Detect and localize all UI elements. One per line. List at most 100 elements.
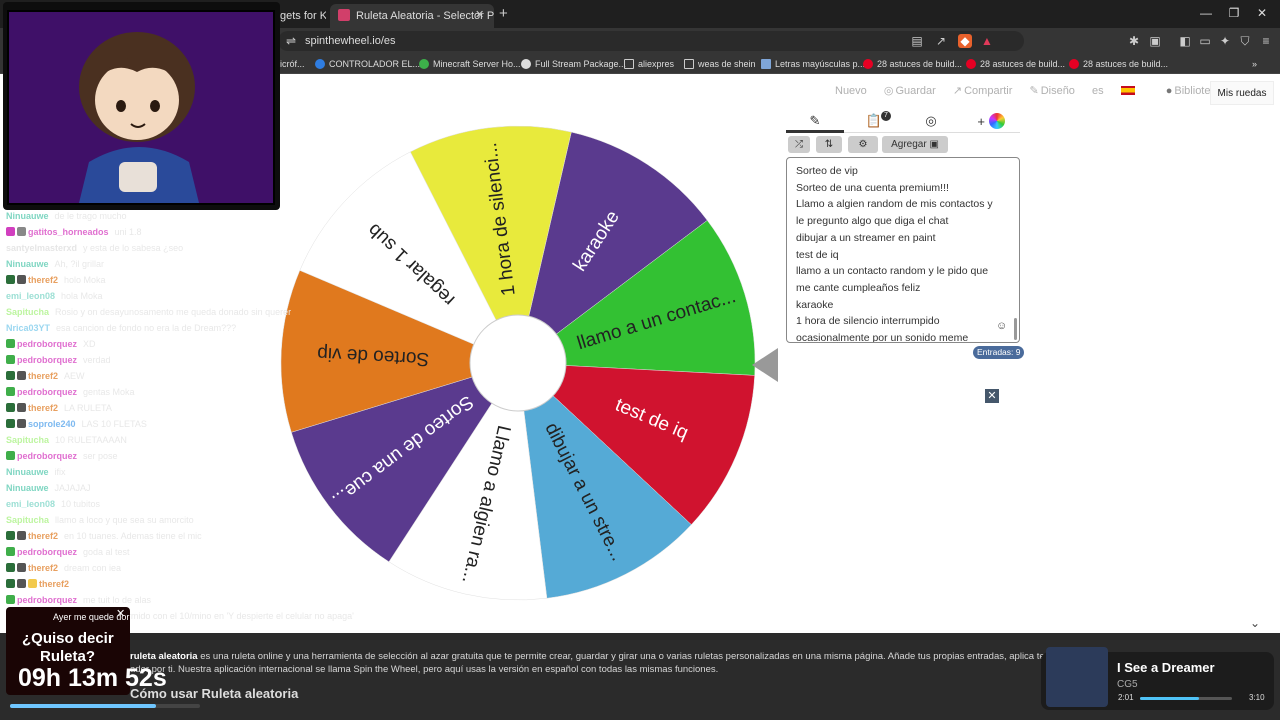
bookmark-folder[interactable]: weas de shein: [684, 56, 756, 72]
chat-text: Rosio y on desayunosamento me queda dona…: [55, 307, 292, 317]
sort-button[interactable]: ⇅: [816, 136, 842, 153]
close-window-icon[interactable]: ✕: [1252, 6, 1272, 20]
album-art: [1046, 647, 1108, 707]
bookmark-item[interactable]: Letras mayúsculas p...: [761, 56, 865, 72]
chat-username: theref2: [28, 403, 59, 413]
sidebar-icon[interactable]: ◧: [1178, 34, 1192, 48]
alert-question: ¿Quiso decir Ruleta?: [22, 630, 114, 665]
hidden-tab[interactable]: ◎: [921, 113, 941, 131]
chevron-down-icon[interactable]: ⌄: [1250, 616, 1260, 630]
mis-ruedas-button[interactable]: Mis ruedas: [1210, 81, 1274, 105]
chat-text: holo Moka: [64, 275, 106, 285]
minimize-icon[interactable]: —: [1196, 6, 1216, 20]
wheel-hub[interactable]: [469, 314, 567, 412]
chat-text: 10 tubitos: [61, 499, 101, 509]
close-icon[interactable]: ✕: [985, 389, 999, 403]
chat-text: JAJAJAJ: [54, 483, 91, 493]
entry-line: ocasionalmente por un sonido meme: [796, 332, 969, 343]
chat-username: Sapitucha: [6, 307, 50, 317]
vpn-icon[interactable]: ⛉: [1238, 34, 1252, 48]
wallet2-icon[interactable]: ▭: [1198, 34, 1212, 48]
chat-badge-icon: [17, 419, 26, 428]
bookmark-item[interactable]: 28 astuces de build...: [863, 56, 962, 72]
chat-text: XD: [83, 339, 96, 349]
entry-line: le pregunto algo que diga el chat: [796, 215, 949, 228]
rewards-icon[interactable]: ▲: [980, 34, 994, 48]
chat-text: 10 RULETAAAAN: [55, 435, 127, 445]
chat-username: soprole240: [28, 419, 76, 429]
bookmark-item[interactable]: CONTROLADOR EL...: [315, 56, 420, 72]
nav-compartir[interactable]: Compartir: [964, 85, 1012, 97]
chat-text: ifix: [54, 467, 66, 477]
emoji-icon[interactable]: ☺: [996, 320, 1007, 332]
chat-username: theref2: [28, 563, 59, 573]
reader-icon[interactable]: ▤: [910, 34, 924, 48]
bookmark-item[interactable]: icróf...: [280, 56, 305, 72]
nav-nuevo[interactable]: Nuevo: [835, 85, 867, 97]
bookmark-item[interactable]: Minecraft Server Ho...: [419, 56, 521, 72]
bookmark-item[interactable]: 28 astuces de build...: [966, 56, 1065, 72]
more-bookmarks-icon[interactable]: »: [1252, 56, 1257, 72]
chat-message: pedroborquez me tuit lo de alas: [6, 592, 151, 608]
shuffle-button[interactable]: ⤮: [788, 136, 810, 153]
song-progress-fill: [1140, 697, 1199, 700]
flag-spain-icon: [1120, 86, 1135, 95]
restore-icon[interactable]: ❐: [1224, 6, 1244, 20]
share-icon[interactable]: ↗: [934, 34, 948, 48]
chat-username: pedroborquez: [17, 387, 77, 397]
new-tab-icon[interactable]: +: [499, 5, 508, 22]
chat-username: theref2: [39, 579, 70, 589]
tab-ruleta[interactable]: Ruleta Aleatoria - Selector Perso: [330, 4, 494, 28]
entry-line: 1 hora de silencio interrumpido: [796, 315, 940, 328]
entry-line: llamo a un contacto random y le pido que: [796, 265, 989, 278]
tab-widgets[interactable]: gets for Ki: [272, 4, 326, 28]
extensions-icon[interactable]: ✱: [1127, 34, 1141, 48]
chat-text: uni 1.8: [114, 227, 142, 237]
entries-textarea[interactable]: Sorteo de vip Sorteo de una cuenta premi…: [786, 157, 1020, 343]
entry-line: karaoke: [796, 298, 834, 311]
chat-message: Ninuauwe JAJAJAJ: [6, 480, 91, 496]
color-wheel-icon: [988, 113, 1005, 129]
save-icon: ◎: [883, 85, 894, 97]
bookmark-icon: [521, 59, 531, 69]
chat-badge-icon: [17, 579, 26, 588]
entries-count-badge: Entradas: 9: [973, 346, 1025, 359]
leo-icon[interactable]: ✦: [1218, 34, 1232, 48]
chat-badge-icon: [17, 403, 26, 412]
spin-wheel[interactable]: karaokellamo a un contac...test de iqdib…: [279, 124, 757, 602]
menu-icon[interactable]: ≡: [1259, 34, 1273, 48]
chat-username: santyelmasterxd: [6, 243, 78, 253]
settings-button[interactable]: ⚙: [848, 136, 878, 153]
edit-entries-tab[interactable]: ✎: [806, 113, 824, 131]
bookmark-item[interactable]: Full Stream Package...: [521, 56, 626, 72]
bookmark-folder[interactable]: aliexpres: [624, 56, 674, 72]
chat-text: AEW: [64, 371, 85, 381]
add-theme-tab[interactable]: +: [971, 113, 1011, 131]
chat-message: gatitos_horneados uni 1.8: [6, 224, 142, 240]
wallet-icon[interactable]: ▣: [1148, 34, 1162, 48]
chat-username: pedroborquez: [17, 595, 77, 605]
nav-diseno[interactable]: Diseño: [1041, 85, 1075, 97]
nav-guardar[interactable]: Guardar: [895, 85, 935, 97]
site-info-icon[interactable]: ⇌: [284, 34, 298, 48]
chat-badge-icon: [6, 451, 15, 460]
bookmark-item[interactable]: 28 astuces de build...: [1069, 56, 1168, 72]
brave-shield-icon[interactable]: ◆: [958, 34, 972, 48]
chat-username: Sapitucha: [6, 435, 50, 445]
entries-scrollbar[interactable]: [1014, 318, 1017, 340]
chat-message: pedroborquez ser pose: [6, 448, 118, 464]
chat-badge-icon: [28, 579, 37, 588]
chat-badge-icon: [6, 387, 15, 396]
chat-message: Ninuauwe Ah, ?il grillar: [6, 256, 104, 272]
language-select[interactable]: es: [1092, 85, 1149, 97]
alert-close-icon[interactable]: ✕: [116, 607, 125, 620]
agregar-image-button[interactable]: Agregar ▣: [882, 136, 948, 153]
chat-message: pedroborquez gentas Moka: [6, 384, 135, 400]
close-tab-icon[interactable]: ✕: [475, 8, 484, 21]
chat-message: Ninuauwe ifix: [6, 464, 66, 480]
chat-text: hola Moka: [61, 291, 103, 301]
share-page-icon: ↗: [952, 85, 963, 97]
chat-message: emi_leon08 hola Moka: [6, 288, 103, 304]
chat-text: LA RULETA: [64, 403, 112, 413]
entry-line: Llamo a algien random de mis contactos y: [796, 198, 993, 211]
